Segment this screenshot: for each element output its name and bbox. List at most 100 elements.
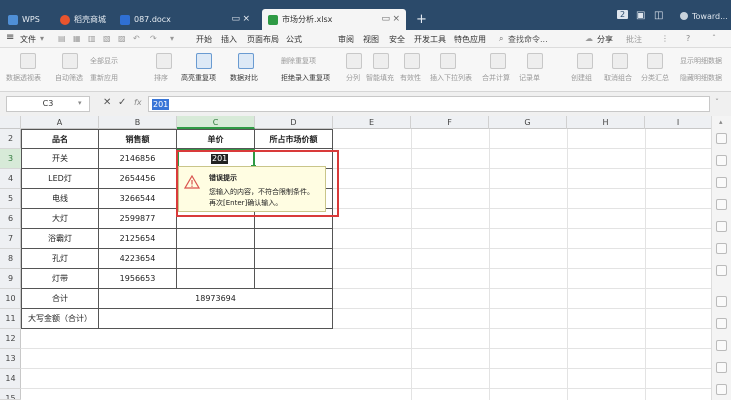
sort-icon[interactable] [156, 53, 172, 69]
column-header-b[interactable]: B [99, 116, 177, 129]
restore-icon[interactable]: ◫ [654, 10, 663, 21]
table-cell[interactable]: 2146856 [99, 149, 177, 169]
skin-icon[interactable]: ▣ [636, 10, 645, 21]
data-compare-button[interactable]: 数据对比 [230, 73, 258, 83]
row-header-3[interactable]: 3 [0, 149, 21, 169]
form-icon[interactable] [527, 53, 543, 69]
table-cell[interactable] [177, 229, 255, 249]
row-header-13[interactable]: 13 [0, 349, 21, 369]
panel-property-icon[interactable] [716, 199, 727, 210]
ungroup-button[interactable]: 取消组合 [604, 73, 632, 83]
chevron-down-icon[interactable]: ▾ [40, 34, 44, 43]
insert-dropdown-button[interactable]: 插入下拉列表 [430, 73, 472, 83]
validation-button[interactable]: 有效性 [400, 73, 421, 83]
menu-security[interactable]: 安全 [389, 34, 405, 45]
cloud-icon[interactable]: ☁ [585, 34, 593, 43]
filter-icon[interactable] [62, 53, 78, 69]
chevron-down-icon[interactable]: ▾ [170, 34, 174, 43]
table-cell[interactable]: 2599877 [99, 209, 177, 229]
table-cell[interactable]: 2125654 [99, 229, 177, 249]
user-name[interactable]: Toward... [692, 12, 728, 21]
pivot-table-button[interactable]: 数据透视表 [6, 73, 41, 83]
record-form-button[interactable]: 记录单 [519, 73, 540, 83]
format-painter-icon[interactable]: ▨ [118, 34, 126, 43]
table-cell[interactable]: 孔灯 [21, 249, 99, 269]
formula-input[interactable]: 201 [148, 96, 710, 112]
row-header-14[interactable]: 14 [0, 369, 21, 389]
row-header-11[interactable]: 11 [0, 309, 21, 329]
column-header-c[interactable]: C [177, 116, 255, 129]
dropdown-list-icon[interactable] [440, 53, 456, 69]
collapse-icon[interactable]: ˆ [712, 34, 716, 43]
table-cell[interactable] [255, 249, 333, 269]
sort-button[interactable]: 排序 [154, 73, 168, 83]
open-icon[interactable]: ▤ [58, 34, 66, 43]
menu-developer[interactable]: 开发工具 [414, 34, 446, 45]
confirm-icon[interactable]: ✓ [118, 97, 126, 108]
tab-docer-store[interactable]: 稻壳商城 [54, 9, 112, 30]
column-header-f[interactable]: F [411, 116, 489, 129]
panel-select-icon[interactable] [716, 133, 727, 144]
monitor-icon[interactable]: ▭ [231, 14, 240, 24]
auto-filter-button[interactable]: 自动筛选 [55, 73, 83, 83]
chevron-down-icon[interactable]: ▾ [78, 99, 82, 107]
column-header-h[interactable]: H [567, 116, 645, 129]
column-header-g[interactable]: G [489, 116, 567, 129]
table-cell[interactable]: 开关 [21, 149, 99, 169]
panel-more-icon[interactable] [716, 384, 727, 395]
ungroup-icon[interactable] [612, 53, 628, 69]
highlight-duplicates-button[interactable]: 高亮重复项 [181, 73, 216, 83]
table-cell[interactable]: LED灯 [21, 169, 99, 189]
share-button[interactable]: 分享 [597, 34, 613, 45]
menu-file[interactable]: 文件 [20, 34, 36, 45]
table-header-price[interactable]: 单价 [177, 129, 255, 149]
panel-style-icon[interactable] [716, 155, 727, 166]
group-button[interactable]: 创建组 [571, 73, 592, 83]
column-header-e[interactable]: E [333, 116, 411, 129]
data-compare-icon[interactable] [238, 53, 254, 69]
table-cell[interactable]: 4223654 [99, 249, 177, 269]
show-detail-button[interactable]: 显示明细数据 [680, 56, 722, 66]
preview-icon[interactable]: ▧ [103, 34, 111, 43]
table-header-share[interactable]: 所占市场价额 [255, 129, 333, 149]
table-cell[interactable]: 1956653 [99, 269, 177, 289]
flash-fill-button[interactable]: 智能填充 [366, 73, 394, 83]
consolidate-button[interactable]: 合并计算 [482, 73, 510, 83]
validation-icon[interactable] [404, 53, 420, 69]
row-header-7[interactable]: 7 [0, 229, 21, 249]
subtotal-icon[interactable] [647, 53, 663, 69]
table-cell[interactable]: 大灯 [21, 209, 99, 229]
print-icon[interactable]: ▥ [88, 34, 96, 43]
undo-icon[interactable]: ↶ [133, 34, 140, 43]
row-header-9[interactable]: 9 [0, 269, 21, 289]
menu-formula[interactable]: 公式 [286, 34, 302, 45]
panel-help-icon[interactable] [716, 265, 727, 276]
panel-filter-icon[interactable] [716, 362, 727, 373]
panel-toolbox-icon[interactable] [716, 296, 727, 307]
table-header-sales[interactable]: 销售额 [99, 129, 177, 149]
close-icon[interactable]: × [242, 14, 250, 24]
badge-count[interactable]: 2 [617, 10, 629, 19]
row-header-8[interactable]: 8 [0, 249, 21, 269]
panel-shape-icon[interactable] [716, 177, 727, 188]
text-to-columns-button[interactable]: 分列 [346, 73, 360, 83]
row-header-10[interactable]: 10 [0, 289, 21, 309]
table-cell[interactable] [177, 249, 255, 269]
amount-in-words-label[interactable]: 大写金额（合计） [21, 309, 99, 329]
group-icon[interactable] [577, 53, 593, 69]
command-search[interactable]: 查找命令... [508, 34, 548, 45]
total-label[interactable]: 合计 [21, 289, 99, 309]
amount-in-words-value[interactable] [99, 309, 333, 329]
remove-duplicates-button[interactable]: 删除重复项 [281, 56, 316, 66]
panel-template-icon[interactable] [716, 318, 727, 329]
select-all-corner[interactable] [0, 116, 21, 129]
close-icon[interactable]: × [392, 14, 400, 24]
panel-share-icon[interactable] [716, 243, 727, 254]
column-header-d[interactable]: D [255, 116, 333, 129]
table-cell[interactable]: 电线 [21, 189, 99, 209]
expand-icon[interactable]: ˇ [715, 98, 719, 107]
tab-wps[interactable]: WPS [2, 9, 54, 30]
table-header-name[interactable]: 品名 [21, 129, 99, 149]
monitor-icon[interactable]: ▭ [381, 14, 390, 24]
reapply-button[interactable]: 重新应用 [90, 73, 118, 83]
